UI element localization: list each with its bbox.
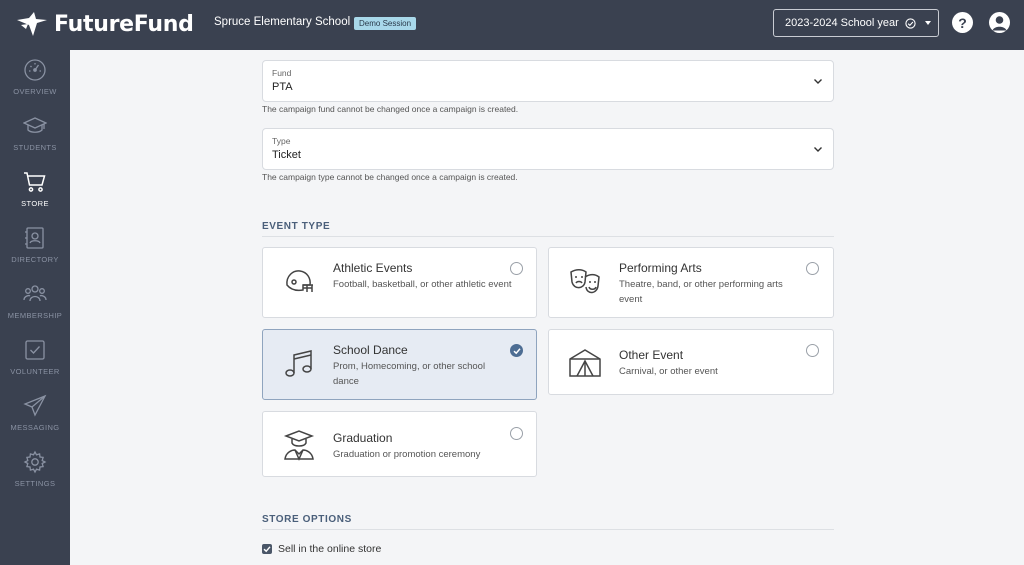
user-account-button[interactable] — [989, 12, 1010, 33]
checkbox-icon — [25, 340, 45, 360]
check-icon — [513, 348, 521, 355]
store-options-heading: STORE OPTIONS — [262, 514, 352, 525]
event-option-description: Prom, Homecoming, or other school dance — [333, 361, 486, 387]
event-option-other[interactable]: Other Event Carnival, or other event — [548, 329, 834, 395]
fund-label: Fund — [272, 68, 292, 78]
cart-icon — [24, 172, 46, 192]
sidebar: OVERVIEW STUDENTS STORE DIRECTORY MEMBER… — [0, 50, 70, 565]
event-option-title: Other Event — [619, 348, 684, 362]
event-option-description: Football, basketball, or other athletic … — [333, 279, 512, 290]
school-name[interactable]: Spruce Elementary School — [214, 16, 350, 28]
graduate-icon — [283, 430, 315, 461]
sidebar-item-overview[interactable]: OVERVIEW — [0, 50, 70, 106]
music-note-icon — [285, 350, 312, 377]
event-option-description: Graduation or promotion ceremony — [333, 449, 481, 460]
event-option-title: Athletic Events — [333, 261, 413, 275]
online-store-option[interactable]: Sell in the online store — [262, 543, 381, 555]
sidebar-item-label: MESSAGING — [10, 423, 60, 432]
school-year-select[interactable]: 2023-2024 School year — [773, 9, 939, 37]
sidebar-item-store[interactable]: STORE — [0, 162, 70, 218]
event-option-title: Performing Arts — [619, 261, 702, 275]
section-divider — [262, 529, 834, 530]
event-option-performing-arts[interactable]: Performing Arts Theatre, band, or other … — [548, 247, 834, 318]
sidebar-item-label: STORE — [21, 199, 49, 208]
sidebar-item-membership[interactable]: MEMBERSHIP — [0, 274, 70, 330]
event-option-radio[interactable] — [510, 262, 523, 275]
type-label: Type — [272, 136, 291, 146]
theater-masks-icon — [570, 269, 600, 294]
event-option-graduation[interactable]: Graduation Graduation or promotion cerem… — [262, 411, 537, 477]
sidebar-item-messaging[interactable]: MESSAGING — [0, 386, 70, 442]
sidebar-item-directory[interactable]: DIRECTORY — [0, 218, 70, 274]
type-select[interactable]: Type Ticket — [262, 128, 834, 170]
event-option-radio-selected[interactable] — [510, 344, 523, 357]
sidebar-item-label: STUDENTS — [13, 143, 57, 152]
type-helper-text: The campaign type cannot be changed once… — [262, 172, 518, 182]
event-option-title: School Dance — [333, 343, 408, 357]
sidebar-item-volunteer[interactable]: VOLUNTEER — [0, 330, 70, 386]
chevron-down-icon — [814, 79, 822, 84]
logo[interactable]: FutureFund — [16, 10, 194, 38]
brand-name: FutureFund — [54, 11, 194, 37]
event-option-title: Graduation — [333, 431, 393, 445]
main-content: Fund PTA The campaign fund cannot be cha… — [70, 50, 1024, 565]
event-option-radio[interactable] — [806, 262, 819, 275]
fund-helper-text: The campaign fund cannot be changed once… — [262, 104, 519, 114]
check-circle-icon — [905, 17, 916, 29]
school-year-value: 2023-2024 School year — [785, 17, 899, 29]
event-option-athletic[interactable]: Athletic Events Football, basketball, or… — [262, 247, 537, 318]
section-divider — [262, 236, 834, 237]
check-icon — [263, 546, 271, 553]
sidebar-item-label: SETTINGS — [14, 479, 56, 488]
chevron-down-icon — [924, 21, 931, 25]
event-option-radio[interactable] — [510, 427, 523, 440]
event-option-radio[interactable] — [806, 344, 819, 357]
event-option-description: Carnival, or other event — [619, 366, 718, 377]
paper-plane-icon — [23, 394, 47, 417]
fund-value: PTA — [272, 81, 293, 93]
demo-session-badge: Demo Session — [354, 17, 417, 30]
fund-select[interactable]: Fund PTA — [262, 60, 834, 102]
chevron-down-icon — [814, 147, 822, 152]
type-value: Ticket — [272, 149, 301, 161]
sidebar-item-settings[interactable]: SETTINGS — [0, 442, 70, 498]
sidebar-item-label: MEMBERSHIP — [7, 311, 63, 320]
user-icon — [992, 16, 1007, 31]
event-option-description: Theatre, band, or other performing arts … — [619, 279, 783, 305]
contact-card-icon — [25, 227, 44, 249]
online-store-label: Sell in the online store — [278, 543, 382, 555]
sidebar-item-label: DIRECTORY — [11, 255, 59, 264]
event-type-heading: EVENT TYPE — [262, 221, 331, 232]
gear-icon — [23, 450, 47, 474]
sidebar-item-label: VOLUNTEER — [10, 367, 60, 376]
top-bar: FutureFund Spruce Elementary School Demo… — [0, 0, 1024, 50]
people-icon — [23, 285, 47, 302]
help-button[interactable]: ? — [952, 12, 973, 33]
event-option-school-dance[interactable]: School Dance Prom, Homecoming, or other … — [262, 329, 537, 400]
gauge-icon — [24, 59, 46, 81]
online-store-checkbox[interactable] — [262, 544, 272, 554]
sidebar-item-students[interactable]: STUDENTS — [0, 106, 70, 162]
question-icon: ? — [958, 14, 967, 31]
football-helmet-icon — [286, 270, 313, 292]
graduation-cap-icon — [23, 117, 47, 133]
tent-icon — [569, 349, 601, 377]
bird-logo-icon — [17, 12, 47, 36]
sidebar-item-label: OVERVIEW — [13, 87, 57, 96]
